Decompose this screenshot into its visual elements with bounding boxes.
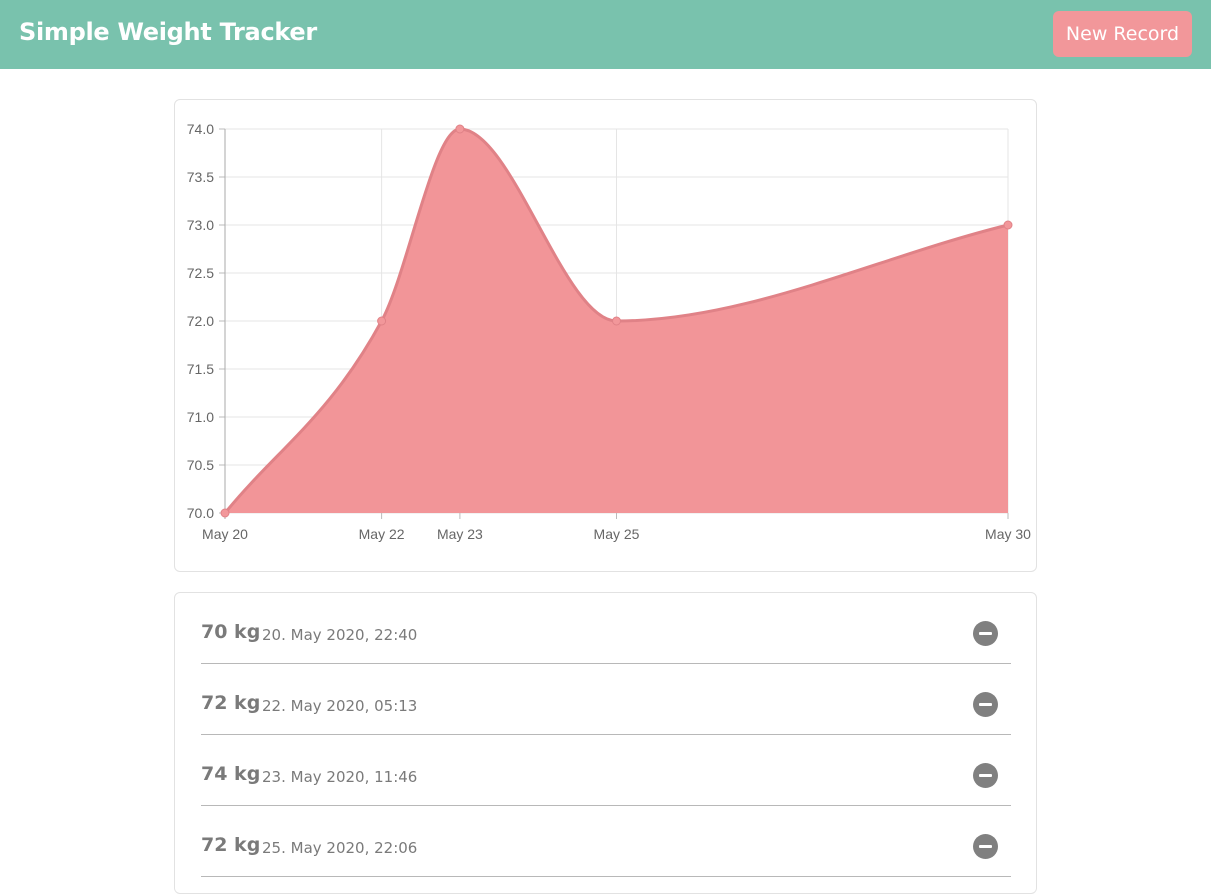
y-tick-label: 70.0 — [187, 505, 214, 521]
remove-record-icon[interactable] — [973, 692, 998, 717]
record-weight: 74 kg — [201, 763, 261, 785]
x-tick-label: May 20 — [202, 526, 248, 542]
y-tick-label: 71.0 — [187, 409, 214, 425]
remove-record-icon[interactable] — [973, 763, 998, 788]
data-point — [377, 316, 387, 326]
y-tick-label: 72.5 — [187, 265, 214, 281]
app-header: Simple Weight Tracker New Record — [0, 0, 1211, 69]
y-tick-label: 72.0 — [187, 313, 214, 329]
records-list: 70 kg 20. May 2020, 22:40 72 kg 22. May … — [174, 592, 1037, 894]
record-weight: 72 kg — [201, 834, 261, 856]
remove-record-icon[interactable] — [973, 834, 998, 859]
remove-record-icon[interactable] — [973, 621, 998, 646]
y-tick-label: 71.5 — [187, 361, 214, 377]
data-point — [455, 124, 465, 134]
record-date: 23. May 2020, 11:46 — [262, 768, 418, 786]
x-tick-label: May 22 — [359, 526, 405, 542]
record-row: 72 kg 22. May 2020, 05:13 — [201, 664, 1011, 735]
record-date: 22. May 2020, 05:13 — [262, 697, 418, 715]
data-point — [612, 316, 621, 326]
weight-chart: 74.0 73.5 73.0 72.5 72.0 71.5 71.0 70.5 70.0 May … — [187, 121, 1031, 542]
x-tick-label: May 30 — [985, 526, 1031, 542]
x-tick-label: May 25 — [594, 526, 640, 542]
app-title: Simple Weight Tracker — [19, 18, 317, 46]
record-row: 70 kg 20. May 2020, 22:40 — [201, 593, 1011, 664]
y-tick-label: 73.0 — [187, 217, 214, 233]
new-record-button[interactable]: New Record — [1053, 11, 1192, 57]
record-weight: 72 kg — [201, 692, 261, 714]
record-row: 72 kg 25. May 2020, 22:06 — [201, 806, 1011, 877]
data-point — [1003, 220, 1013, 230]
x-tick-label: May 23 — [437, 526, 483, 542]
record-date: 20. May 2020, 22:40 — [262, 626, 418, 644]
y-tick-label: 74.0 — [187, 121, 214, 137]
record-row: 74 kg 23. May 2020, 11:46 — [201, 735, 1011, 806]
record-date: 25. May 2020, 22:06 — [262, 839, 418, 857]
weight-chart-card: 74.0 73.5 73.0 72.5 72.0 71.5 71.0 70.5 70.0 May … — [174, 99, 1037, 572]
data-point — [220, 508, 230, 518]
record-weight: 70 kg — [201, 621, 261, 643]
y-tick-label: 70.5 — [187, 457, 214, 473]
y-tick-label: 73.5 — [187, 169, 214, 185]
